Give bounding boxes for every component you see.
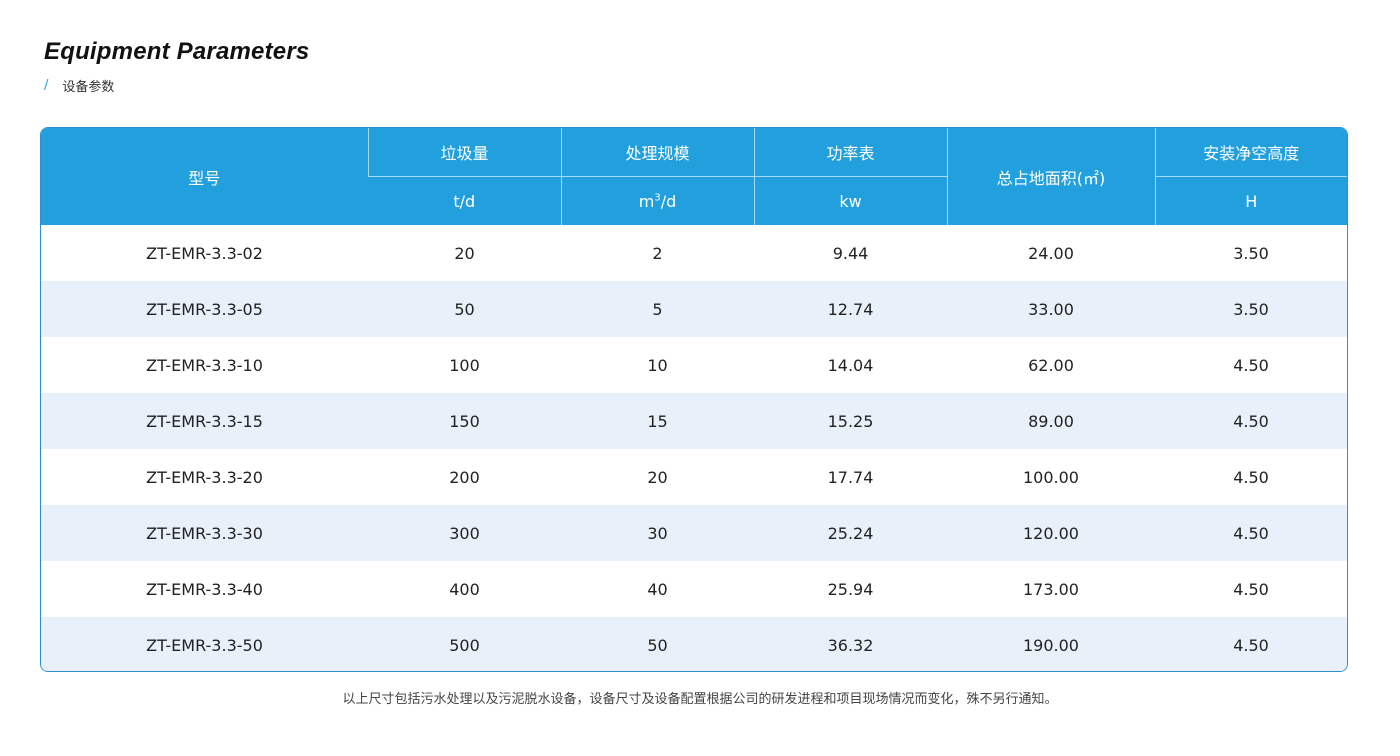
cell-area: 33.00: [947, 281, 1155, 337]
cell-scale: 15: [561, 393, 754, 449]
subtitle-text: 设备参数: [62, 80, 115, 95]
cell-model: ZT-EMR-3.3-30: [41, 505, 368, 561]
header-scale-unit: m3/d: [560, 176, 754, 225]
page-title: Equipment Parameters: [44, 38, 310, 65]
cell-area: 62.00: [947, 337, 1155, 393]
table-row: ZT-EMR-3.3-15 150 15 15.25 89.00 4.50: [41, 393, 1347, 449]
cell-garbage: 20: [368, 225, 561, 281]
cell-model: ZT-EMR-3.3-50: [41, 617, 368, 671]
cell-garbage: 400: [368, 561, 561, 617]
parameters-table-container: 型号 垃圾量 处理规模 功率表 总占地面积(㎡) 安装净空高度 t/d m3/d…: [40, 127, 1348, 672]
table-row: ZT-EMR-3.3-30 300 30 25.24 120.00 4.50: [41, 505, 1347, 561]
cell-height: 4.50: [1155, 617, 1347, 671]
cell-model: ZT-EMR-3.3-02: [41, 225, 368, 281]
table-header: 型号 垃圾量 处理规模 功率表 总占地面积(㎡) 安装净空高度 t/d m3/d…: [41, 128, 1347, 225]
scale-unit-tail: /d: [660, 191, 677, 211]
cell-power: 15.25: [754, 393, 947, 449]
cell-height: 4.50: [1155, 393, 1347, 449]
cell-height: 4.50: [1155, 449, 1347, 505]
cell-garbage: 200: [368, 449, 561, 505]
cell-area: 100.00: [947, 449, 1155, 505]
cell-scale: 10: [561, 337, 754, 393]
header-area: 总占地面积(㎡): [946, 128, 1155, 225]
table-body: ZT-EMR-3.3-02 20 2 9.44 24.00 3.50 ZT-EM…: [41, 225, 1347, 671]
footnote: 以上尺寸包括污水处理以及污泥脱水设备，设备尺寸及设备配置根据公司的研发进程和项目…: [342, 692, 1058, 707]
parameters-table: 型号 垃圾量 处理规模 功率表 总占地面积(㎡) 安装净空高度 t/d m3/d…: [41, 128, 1347, 671]
cell-scale: 40: [561, 561, 754, 617]
slash-divider: /: [44, 78, 49, 93]
cell-height: 4.50: [1155, 505, 1347, 561]
cell-area: 173.00: [947, 561, 1155, 617]
cell-garbage: 300: [368, 505, 561, 561]
cell-height: 3.50: [1155, 281, 1347, 337]
cell-garbage: 100: [368, 337, 561, 393]
header-height-unit: H: [1154, 176, 1347, 225]
cell-model: ZT-EMR-3.3-15: [41, 393, 368, 449]
cell-garbage: 500: [368, 617, 561, 671]
cell-power: 9.44: [754, 225, 947, 281]
cell-area: 24.00: [947, 225, 1155, 281]
cell-model: ZT-EMR-3.3-10: [41, 337, 368, 393]
cell-area: 120.00: [947, 505, 1155, 561]
cell-scale: 50: [561, 617, 754, 671]
cell-model: ZT-EMR-3.3-40: [41, 561, 368, 617]
cell-power: 36.32: [754, 617, 947, 671]
header-garbage: 垃圾量: [367, 128, 561, 177]
table-row: ZT-EMR-3.3-40 400 40 25.94 173.00 4.50: [41, 561, 1347, 617]
table-row: ZT-EMR-3.3-05 50 5 12.74 33.00 3.50: [41, 281, 1347, 337]
heading-block: Equipment Parameters / 设备参数: [44, 36, 309, 95]
cell-power: 14.04: [754, 337, 947, 393]
cell-garbage: 50: [368, 281, 561, 337]
header-height: 安装净空高度: [1154, 128, 1347, 177]
scale-unit-base: m: [638, 191, 655, 211]
cell-scale: 5: [561, 281, 754, 337]
cell-height: 4.50: [1155, 337, 1347, 393]
cell-model: ZT-EMR-3.3-05: [41, 281, 368, 337]
header-power: 功率表: [753, 128, 947, 177]
cell-scale: 2: [561, 225, 754, 281]
page-subtitle: / 设备参数: [44, 76, 309, 95]
cell-garbage: 150: [368, 393, 561, 449]
cell-scale: 20: [561, 449, 754, 505]
header-model: 型号: [41, 128, 368, 225]
cell-scale: 30: [561, 505, 754, 561]
table-row: ZT-EMR-3.3-20 200 20 17.74 100.00 4.50: [41, 449, 1347, 505]
cell-power: 25.24: [754, 505, 947, 561]
table-row: ZT-EMR-3.3-10 100 10 14.04 62.00 4.50: [41, 337, 1347, 393]
table-row: ZT-EMR-3.3-02 20 2 9.44 24.00 3.50: [41, 225, 1347, 281]
cell-power: 25.94: [754, 561, 947, 617]
cell-area: 190.00: [947, 617, 1155, 671]
header-garbage-unit: t/d: [368, 176, 561, 225]
cell-height: 3.50: [1155, 225, 1347, 281]
header-scale: 处理规模: [560, 128, 754, 177]
cell-area: 89.00: [947, 393, 1155, 449]
header-power-unit: kw: [753, 176, 947, 225]
cell-power: 17.74: [754, 449, 947, 505]
cell-power: 12.74: [754, 281, 947, 337]
cell-height: 4.50: [1155, 561, 1347, 617]
cell-model: ZT-EMR-3.3-20: [41, 449, 368, 505]
table-row: ZT-EMR-3.3-50 500 50 36.32 190.00 4.50: [41, 617, 1347, 671]
